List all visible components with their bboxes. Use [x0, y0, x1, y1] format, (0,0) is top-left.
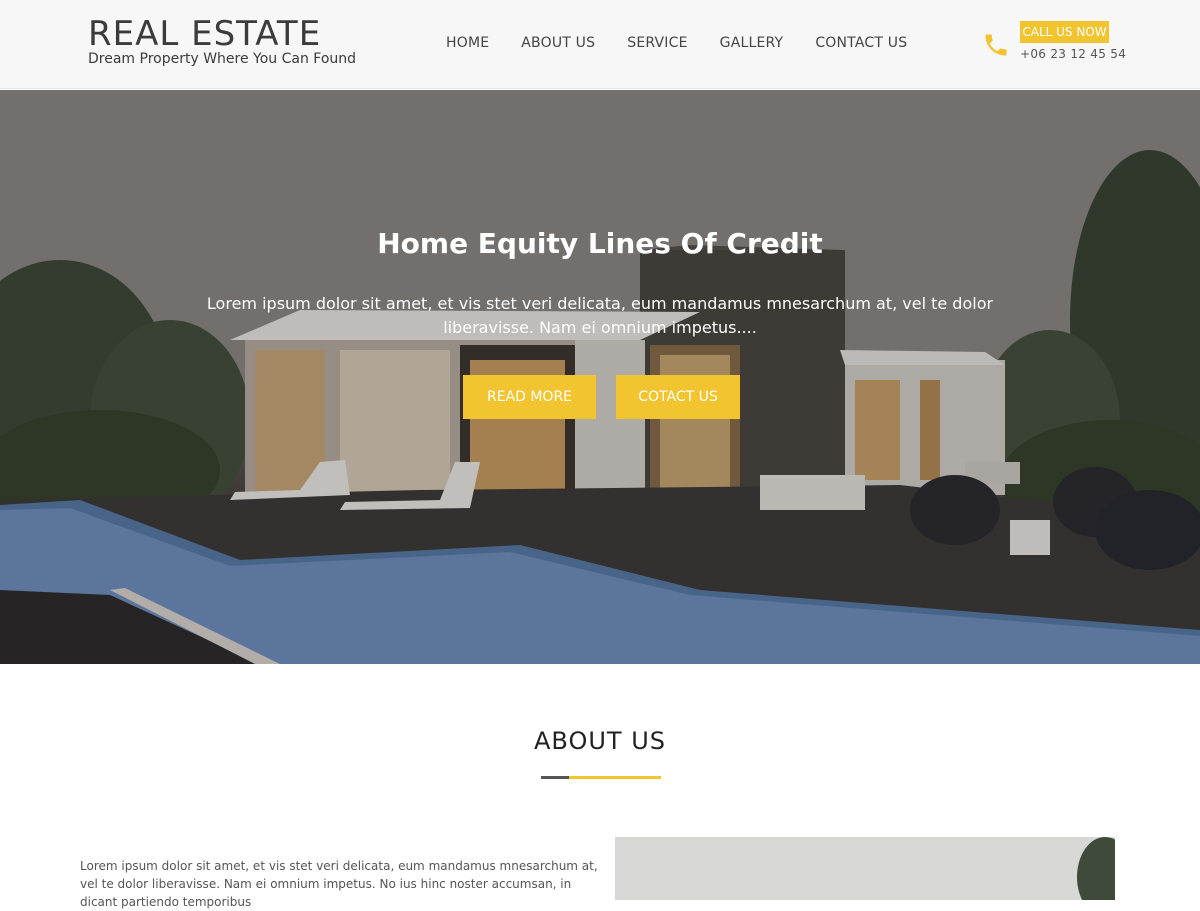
hero-title: Home Equity Lines Of Credit	[377, 227, 823, 260]
hero-overlay	[0, 90, 1200, 664]
site-header: REAL ESTATE Dream Property Where You Can…	[0, 0, 1200, 89]
underline-accent-segment	[569, 776, 661, 779]
main-nav: HOME ABOUT US SERVICE GALLERY CONTACT US	[430, 33, 923, 55]
nav-item-gallery[interactable]: GALLERY	[704, 33, 800, 55]
nav-item-home[interactable]: HOME	[430, 33, 505, 55]
logo-title: REAL ESTATE	[88, 14, 322, 54]
call-us-now-badge[interactable]: CALL US NOW	[1020, 21, 1109, 43]
phone-number: +06 23 12 45 54	[1020, 47, 1127, 61]
about-image-graphic	[615, 837, 1115, 900]
about-image	[615, 837, 1115, 900]
hero-text: Lorem ipsum dolor sit amet, et vis stet …	[206, 294, 994, 337]
logo[interactable]: REAL ESTATE Dream Property Where You Can…	[88, 14, 356, 71]
about-title-underline	[541, 776, 661, 779]
hero-banner: Home Equity Lines Of Credit Lorem ipsum …	[0, 90, 1200, 664]
read-more-button[interactable]: READ MORE	[463, 375, 596, 419]
about-section-title: ABOUT US	[533, 727, 666, 755]
phone-icon	[985, 34, 1007, 56]
nav-item-service[interactable]: SERVICE	[611, 33, 703, 55]
underline-dark-segment	[541, 776, 569, 779]
about-paragraph: Lorem ipsum dolor sit amet, et vis stet …	[80, 859, 598, 909]
logo-tagline: Dream Property Where You Can Found	[88, 51, 357, 67]
nav-item-contact[interactable]: CONTACT US	[799, 33, 923, 55]
contact-us-button[interactable]: COTACT US	[616, 375, 740, 419]
nav-item-about[interactable]: ABOUT US	[505, 33, 611, 55]
